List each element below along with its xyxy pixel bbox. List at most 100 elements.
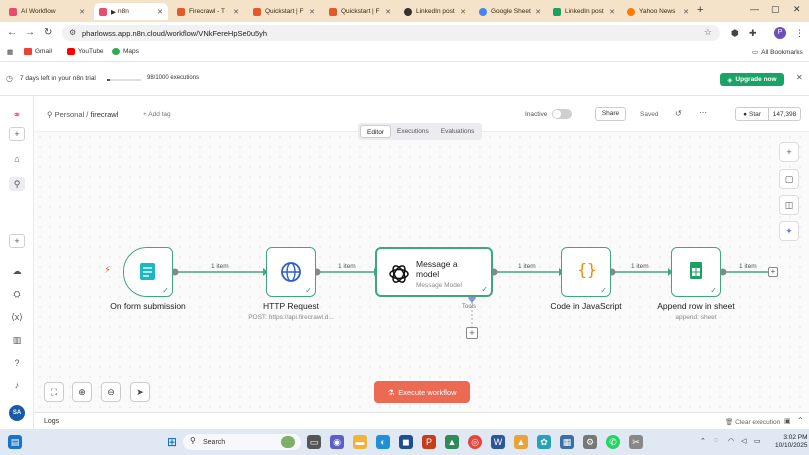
settings-icon[interactable]: ⚙: [583, 435, 597, 449]
close-icon[interactable]: ✕: [382, 8, 391, 16]
tab-firecrawl[interactable]: Firecrawl - T ✕: [172, 3, 244, 20]
variables-icon[interactable]: ⟨x⟩: [9, 310, 25, 324]
github-star-button[interactable]: ● Star 147,398: [735, 107, 801, 121]
zoom-in-icon[interactable]: ⊕: [72, 382, 92, 402]
share-button[interactable]: Share: [595, 107, 626, 121]
task-view-icon[interactable]: ▭: [307, 435, 321, 449]
tab-quickstart-2[interactable]: Quickstart | F ✕: [324, 3, 396, 20]
extension-icon[interactable]: ⬢: [731, 28, 739, 39]
taskbar-search[interactable]: ⚲ Search: [183, 434, 301, 450]
workflow-canvas[interactable]: Editor Executions Evaluations + ▢ ◫ ✦ + …: [35, 123, 809, 412]
n8n-logo-icon[interactable]: ⚭: [9, 108, 25, 122]
node-http-request[interactable]: ✓: [266, 247, 316, 297]
popout-icon[interactable]: ▣: [784, 417, 791, 425]
node-code-in-javascript[interactable]: {} ✓: [561, 247, 611, 297]
tab-ai-workflow[interactable]: AI Workflow ✕: [4, 3, 90, 20]
help-icon[interactable]: ?: [9, 356, 25, 370]
add-tool-button[interactable]: +: [466, 327, 478, 339]
clear-execution-button[interactable]: 🗑 Clear execution: [725, 418, 780, 426]
user-icon[interactable]: ⚲: [9, 177, 25, 191]
all-bookmarks[interactable]: ▭ All Bookmarks: [752, 48, 803, 57]
volume-icon[interactable]: ◁: [741, 437, 746, 445]
active-toggle[interactable]: [552, 109, 572, 119]
lock-app-icon[interactable]: ▲: [445, 435, 459, 449]
profile-avatar[interactable]: P: [774, 27, 786, 39]
close-icon[interactable]: ✕: [457, 8, 466, 16]
tab-yahoo-news[interactable]: Yahoo News ✕: [622, 3, 694, 20]
tab-n8n[interactable]: ▶ n8n ✕: [94, 3, 168, 20]
insights-icon[interactable]: ▥: [9, 333, 25, 347]
whatsapp-icon[interactable]: ✆: [606, 435, 620, 449]
templates-icon[interactable]: ⛭: [9, 287, 25, 301]
notifications-icon[interactable]: ♪: [9, 378, 25, 392]
maximize-icon[interactable]: ▢: [771, 4, 780, 15]
powerpoint-icon[interactable]: P: [422, 435, 436, 449]
battery-icon[interactable]: ▭: [754, 437, 761, 445]
menu-icon[interactable]: ⋮: [795, 28, 804, 39]
close-window-icon[interactable]: ✕: [793, 4, 801, 15]
avatar[interactable]: SA: [9, 405, 25, 421]
wifi-icon[interactable]: ◠: [728, 437, 734, 445]
create-icon[interactable]: +: [9, 127, 25, 141]
new-tab-button[interactable]: +: [697, 4, 703, 16]
system-clock[interactable]: 3:02 PM 10/10/2025: [775, 434, 808, 450]
bookmark-maps[interactable]: Maps: [112, 48, 139, 55]
tab-linkedin-1[interactable]: LinkedIn post ✕: [399, 3, 471, 20]
tray-app-icon[interactable]: ◌: [714, 437, 718, 444]
cloud-icon[interactable]: ☁: [9, 264, 25, 278]
network-app-icon[interactable]: ▦: [560, 435, 574, 449]
logs-panel[interactable]: Logs 🗑 Clear execution ▣ ⌃: [35, 412, 809, 429]
node-append-row-in-sheet[interactable]: ✓: [671, 247, 721, 297]
breadcrumb-project[interactable]: Personal: [55, 110, 85, 119]
store-icon[interactable]: ◼: [399, 435, 413, 449]
address-bar[interactable]: ⚙ pharlowss.app.n8n.cloud/workflow/VNkFe…: [62, 25, 720, 41]
chrome-icon[interactable]: ◎: [468, 435, 482, 449]
close-icon[interactable]: ✕: [606, 8, 615, 16]
tab-linkedin-2[interactable]: LinkedIn post ✕: [548, 3, 620, 20]
close-icon[interactable]: ✕: [230, 8, 239, 16]
close-icon[interactable]: ✕: [306, 8, 315, 16]
apps-icon[interactable]: ▦: [7, 48, 13, 56]
tray-chevron-icon[interactable]: ⌃: [700, 437, 706, 445]
close-banner-icon[interactable]: ✕: [796, 73, 803, 82]
tab-google-sheet[interactable]: Google Sheet ✕: [474, 3, 546, 20]
home-icon[interactable]: ⌂: [9, 152, 25, 166]
node-on-form-submission[interactable]: ✓: [123, 247, 173, 297]
add-next-node-button[interactable]: +: [768, 267, 778, 277]
close-icon[interactable]: ✕: [532, 8, 541, 16]
reload-icon[interactable]: ↻: [44, 27, 52, 38]
zoom-out-icon[interactable]: ⊖: [101, 382, 121, 402]
word-icon[interactable]: W: [491, 435, 505, 449]
close-icon[interactable]: ✕: [76, 8, 85, 16]
bookmark-youtube[interactable]: YouTube: [67, 48, 104, 55]
teams-icon[interactable]: ◉: [330, 435, 344, 449]
widgets-icon[interactable]: ▤: [8, 435, 22, 449]
execute-workflow-button[interactable]: ⚗ Execute workflow: [374, 381, 470, 403]
forward-icon[interactable]: →: [25, 27, 35, 38]
add-project-icon[interactable]: +: [9, 234, 25, 248]
upgrade-button[interactable]: ◈ Upgrade now: [720, 73, 784, 86]
history-icon[interactable]: ↺: [675, 109, 682, 118]
bookmark-gmail[interactable]: Gmail: [24, 48, 52, 55]
site-info-icon[interactable]: ⚙: [69, 28, 76, 37]
vlc-icon[interactable]: ▲: [514, 435, 528, 449]
file-explorer-icon[interactable]: ▬: [353, 435, 367, 449]
fit-view-icon[interactable]: ⛶: [44, 382, 64, 402]
node-message-a-model[interactable]: Message a model Message Model ✓: [375, 247, 493, 297]
windows-start-icon[interactable]: ⊞: [165, 435, 179, 449]
tidy-up-icon[interactable]: ➤: [130, 382, 150, 402]
back-icon[interactable]: ←: [7, 27, 17, 38]
minimize-icon[interactable]: —: [750, 4, 759, 14]
add-tag-button[interactable]: + Add tag: [143, 111, 171, 118]
workflow-name[interactable]: firecrawl: [90, 110, 118, 119]
snipping-tool-icon[interactable]: ✂: [629, 435, 643, 449]
chevron-up-icon[interactable]: ⌃: [797, 416, 804, 425]
tab-quickstart-1[interactable]: Quickstart | F ✕: [248, 3, 320, 20]
puzzle-icon[interactable]: ✚: [749, 28, 757, 39]
close-icon[interactable]: ✕: [680, 8, 689, 16]
more-options-icon[interactable]: ⋯: [699, 108, 707, 117]
edge-icon[interactable]: ◐: [376, 435, 390, 449]
app-icon[interactable]: ✿: [537, 435, 551, 449]
close-icon[interactable]: ✕: [154, 8, 163, 16]
bookmark-star-icon[interactable]: ☆: [704, 27, 712, 38]
